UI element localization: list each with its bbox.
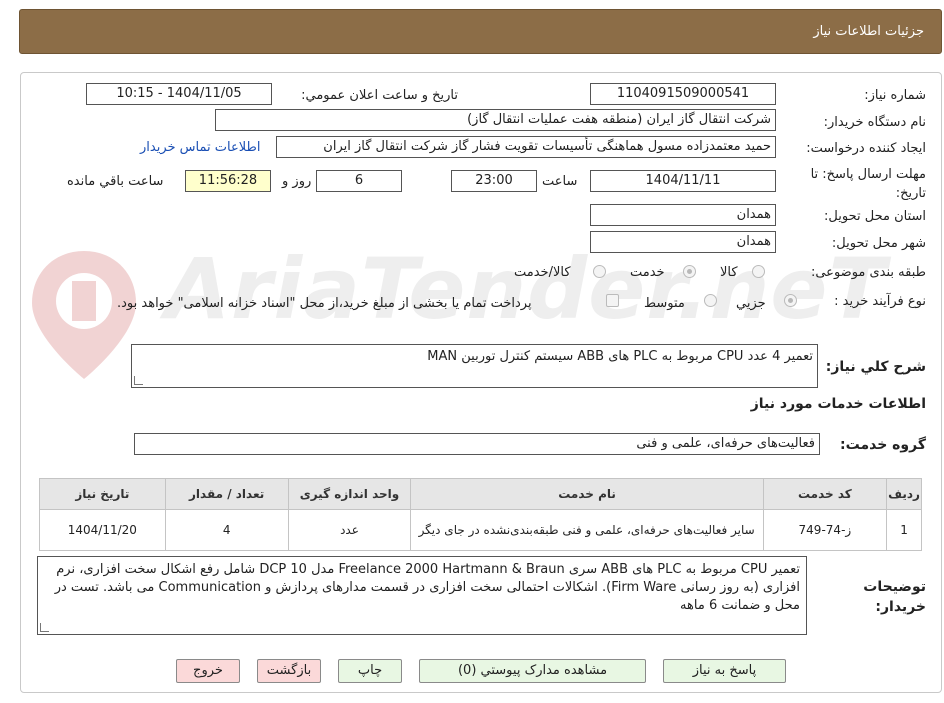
category-label: طبقه بندی موضوعی:: [810, 265, 926, 280]
process-option-medium: متوسط: [644, 296, 685, 311]
page-title: جزئیات اطلاعات نیاز: [813, 24, 924, 39]
buyer-notes-text: تعمیر CPU مربوط به PLC های ABB سری Freel…: [54, 562, 800, 613]
category-radio-goods-service[interactable]: [593, 265, 606, 278]
cell-unit: عدد: [287, 509, 412, 551]
table-row: 1 ز-74-749 سایر فعالیت‌های حرفه‌ای، علمی…: [39, 509, 922, 551]
resize-handle-icon[interactable]: [40, 623, 49, 632]
deadline-label: مهلت ارسال پاسخ: تا تاریخ:: [810, 167, 926, 201]
service-group-field: فعالیت‌های حرفه‌ای، علمی و فنی: [134, 433, 820, 455]
category-option-goods: کالا: [720, 265, 738, 280]
col-header-unit: واحد اندازه گیری: [287, 478, 412, 510]
creator-label: ایجاد کننده درخواست:: [806, 141, 926, 156]
process-option-minor: جزيي: [736, 296, 766, 311]
category-radio-service[interactable]: [683, 265, 696, 278]
buyer-notes-textarea: تعمیر CPU مربوط به PLC های ABB سری Freel…: [37, 556, 807, 635]
province-label: استان محل تحویل:: [824, 209, 926, 224]
deadline-time-field: 23:00: [451, 170, 537, 192]
category-option-service: خدمت: [630, 265, 665, 280]
summary-text: تعمیر 4 عدد CPU مربوط به PLC های ABB سیس…: [427, 349, 813, 364]
remaining-time-field: 11:56:28: [185, 170, 271, 192]
col-header-service-code: کد خدمت: [762, 478, 888, 510]
creator-field: حمید معتمدزاده مسول هماهنگی تأسیسات تقوی…: [276, 136, 776, 158]
announce-date-field: 1404/11/05 - 10:15: [86, 83, 272, 105]
col-header-row-number: ردیف: [886, 478, 922, 510]
col-header-quantity: تعداد / مقدار: [164, 478, 289, 510]
exit-button[interactable]: خروج: [176, 659, 240, 683]
service-group-label: گروه خدمت:: [840, 437, 926, 453]
buyer-contact-link[interactable]: اطلاعات تماس خریدار: [140, 140, 260, 155]
remaining-label: ساعت باقي مانده: [67, 174, 164, 189]
treasury-payment-note: پرداخت تمام یا بخشی از مبلغ خرید،از محل …: [117, 296, 532, 311]
cell-row-number: 1: [886, 509, 922, 551]
buyer-label: نام دستگاه خریدار:: [823, 115, 926, 130]
buyer-field: شرکت انتقال گاز ایران (منطقه هفت عملیات …: [215, 109, 776, 131]
deadline-date-field: 1404/11/11: [590, 170, 776, 192]
remaining-days-field: 6: [316, 170, 402, 192]
cell-quantity: 4: [164, 509, 289, 551]
services-table: ردیف کد خدمت نام خدمت واحد اندازه گیری ت…: [39, 478, 922, 551]
process-radio-medium[interactable]: [704, 294, 717, 307]
category-radio-goods[interactable]: [752, 265, 765, 278]
col-header-need-date: تاریخ نیاز: [39, 478, 166, 510]
buyer-notes-label: توضیحات خریدار:: [863, 579, 926, 615]
province-field: همدان: [590, 204, 776, 226]
deadline-time-label: ساعت: [542, 174, 578, 189]
cell-service-code: ز-74-749: [762, 509, 888, 551]
view-attachments-button[interactable]: مشاهده مدارک پیوستي (0): [419, 659, 646, 683]
treasury-payment-checkbox[interactable]: [606, 294, 619, 307]
city-field: همدان: [590, 231, 776, 253]
watermark-text: AriaTender.neT: [165, 240, 887, 338]
page-header: جزئیات اطلاعات نیاز: [19, 9, 942, 54]
summary-textarea: تعمیر 4 عدد CPU مربوط به PLC های ABB سیس…: [131, 344, 818, 388]
days-label: روز و: [282, 174, 312, 189]
col-header-service-name: نام خدمت: [410, 478, 764, 510]
city-label: شهر محل تحویل:: [831, 236, 926, 251]
process-radio-minor[interactable]: [784, 294, 797, 307]
cell-service-name: سایر فعالیت‌های حرفه‌ای، علمی و فنی طبقه…: [410, 509, 764, 551]
resize-handle-icon[interactable]: [134, 376, 143, 385]
table-header-row: ردیف کد خدمت نام خدمت واحد اندازه گیری ت…: [39, 478, 922, 510]
summary-label: شرح كلي نياز:: [825, 359, 926, 375]
need-number-field: 1104091509000541: [590, 83, 776, 105]
process-type-label: نوع فرآیند خرید :: [834, 294, 926, 309]
print-button[interactable]: چاپ: [338, 659, 402, 683]
services-section-title: اطلاعات خدمات مورد نیاز: [750, 396, 926, 412]
reply-button[interactable]: پاسخ به نیاز: [663, 659, 786, 683]
cell-need-date: 1404/11/20: [39, 509, 166, 551]
watermark-logo-icon: [32, 251, 136, 379]
announce-date-label: تاریخ و ساعت اعلان عمومي:: [301, 88, 458, 103]
need-number-label: شماره نیاز:: [864, 88, 926, 103]
category-option-goods-service: کالا/خدمت: [514, 265, 571, 280]
back-button[interactable]: بازگشت: [257, 659, 321, 683]
